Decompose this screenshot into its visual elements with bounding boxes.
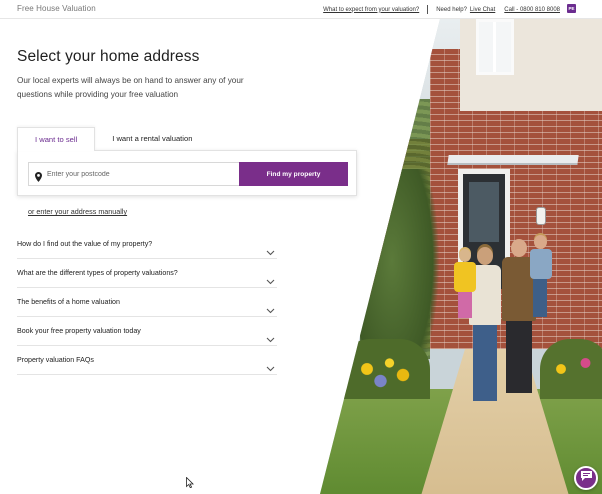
chat-bubble-icon [580, 469, 593, 487]
flower-bed-left [340, 339, 430, 399]
tab-sell[interactable]: I want to sell [17, 127, 96, 151]
faq-question: The benefits of a home valuation [17, 298, 120, 306]
divider [427, 5, 429, 14]
faq-item[interactable]: The benefits of a home valuation [17, 288, 277, 317]
search-panel: Find my property [17, 150, 357, 196]
faq-item[interactable]: How do I find out the value of my proper… [17, 230, 277, 259]
faq-question: Property valuation FAQs [17, 356, 94, 364]
page-subtitle: Our local experts will always be on hand… [17, 76, 244, 99]
mouse-pointer-icon [186, 475, 194, 493]
top-bar: Free House Valuation What to expect from… [0, 0, 602, 19]
tab-rental-valuation[interactable]: I want a rental valuation [95, 127, 209, 151]
need-help-text: Need help? [436, 6, 467, 13]
valuation-tabs: I want to sell I want a rental valuation [17, 127, 209, 151]
girl-figure [452, 249, 478, 318]
expect-link[interactable]: What to expect from your valuation? [323, 7, 419, 13]
manual-address-link[interactable]: or enter your address manually [28, 207, 127, 216]
faq-item[interactable]: What are the different types of property… [17, 259, 277, 288]
faq-question: What are the different types of property… [17, 269, 178, 277]
boy-figure [528, 235, 554, 325]
door-canopy [447, 155, 579, 165]
upper-window [476, 19, 514, 75]
flower-bed-right [540, 339, 602, 399]
faq-list: How do I find out the value of my proper… [17, 230, 277, 375]
wall-lamp [536, 207, 546, 225]
top-nav: What to expect from your valuation? Need… [323, 5, 560, 14]
chevron-down-icon [266, 356, 275, 385]
call-link[interactable]: Call - 0800 810 8008 [504, 7, 560, 13]
postcode-search: Find my property [28, 162, 348, 186]
postcode-input[interactable] [47, 163, 237, 185]
partner-badge: PE [567, 4, 576, 13]
map-pin-icon [35, 169, 42, 187]
find-property-button[interactable]: Find my property [239, 162, 348, 186]
faq-question: Book your free property valuation today [17, 327, 141, 335]
brand-name[interactable]: Free House Valuation [17, 4, 96, 13]
live-chat-link[interactable]: Live Chat [470, 7, 495, 13]
hero-image [320, 19, 602, 494]
faq-item[interactable]: Book your free property valuation today [17, 317, 277, 346]
page-title: Select your home address [17, 48, 200, 65]
faq-question: How do I find out the value of my proper… [17, 240, 153, 248]
chat-button[interactable] [574, 466, 598, 490]
postcode-field[interactable] [28, 162, 239, 186]
faq-item[interactable]: Property valuation FAQs [17, 346, 277, 375]
